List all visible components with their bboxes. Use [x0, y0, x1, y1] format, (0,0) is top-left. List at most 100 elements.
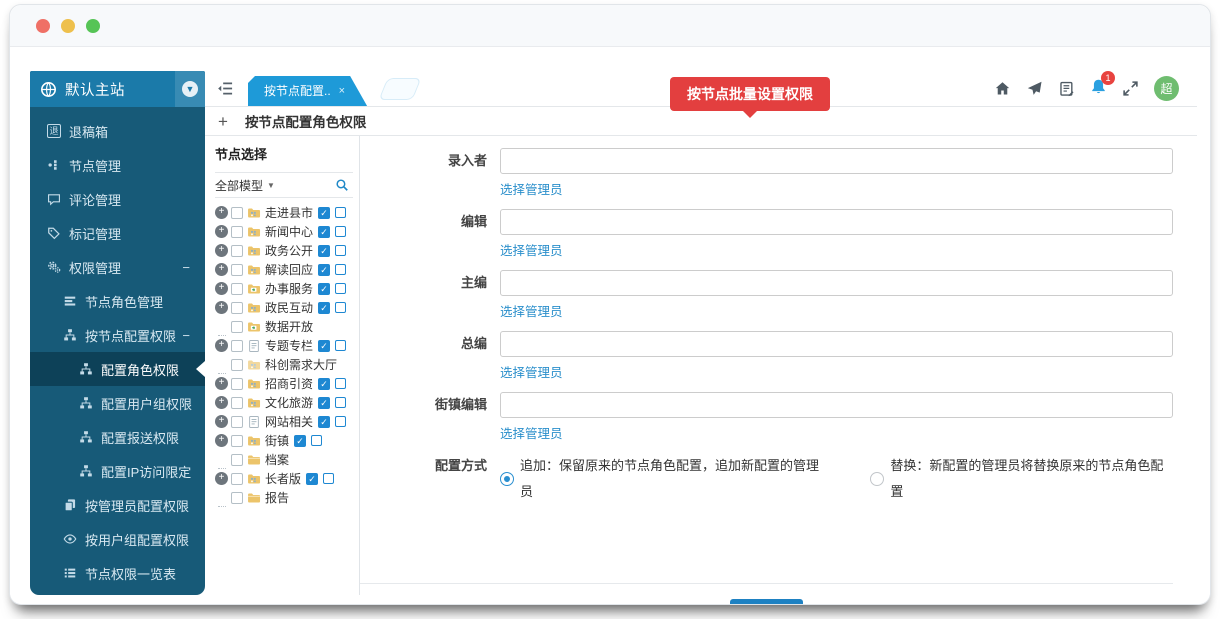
tree-node[interactable]: + 长者版 ✓ — [215, 469, 353, 488]
site-selector[interactable]: 默认主站 ▼ — [30, 71, 205, 107]
expand-icon[interactable]: + — [215, 244, 228, 257]
tree-node[interactable]: + 招商引资 ✓ — [215, 374, 353, 393]
expand-icon[interactable]: + — [215, 377, 228, 390]
tasks-icon[interactable] — [1058, 80, 1075, 97]
role-checkbox-checked[interactable]: ✓ — [318, 206, 331, 219]
tree-node[interactable]: + 政务公开 ✓ — [215, 241, 353, 260]
role-checkbox-checked[interactable]: ✓ — [318, 339, 331, 352]
role-checkbox-checked[interactable]: ✓ — [318, 244, 331, 257]
select-admin-link[interactable]: 选择管理员 — [500, 423, 563, 442]
expand-icon[interactable]: + — [215, 282, 228, 295]
expand-icon[interactable]: + — [215, 472, 228, 485]
home-icon[interactable] — [994, 80, 1011, 97]
editor-in-chief-input[interactable] — [500, 331, 1173, 357]
tree-node[interactable]: 科创需求大厅 — [215, 355, 353, 374]
tree-node[interactable]: + 街镇 ✓ — [215, 431, 353, 450]
role-checkbox-checked[interactable]: ✓ — [306, 472, 319, 485]
tree-node[interactable]: + 办事服务 ✓ — [215, 279, 353, 298]
node-checkbox[interactable] — [231, 263, 243, 276]
node-checkbox[interactable] — [231, 358, 243, 371]
select-admin-link[interactable]: 选择管理员 — [500, 362, 563, 381]
tree-node[interactable]: + 走进县市 ✓ — [215, 203, 353, 222]
radio-selected-icon[interactable] — [500, 472, 514, 486]
expand-icon[interactable]: + — [215, 415, 228, 428]
collapse-minus-icon[interactable]: − — [182, 328, 205, 343]
expand-icon[interactable]: + — [215, 434, 228, 447]
expand-icon[interactable]: + — [215, 263, 228, 276]
role-checkbox-checked[interactable]: ✓ — [318, 377, 331, 390]
model-filter-dropdown[interactable]: 全部模型 — [215, 177, 263, 194]
sidebar-item-configure-submit-permission[interactable]: 配置报送权限 — [30, 420, 205, 454]
tab-configure-by-node[interactable]: 按节点配置.. × — [248, 76, 367, 106]
tree-node[interactable]: 数据开放 — [215, 317, 353, 336]
notification-bell[interactable]: 1 — [1090, 70, 1115, 100]
node-checkbox[interactable] — [231, 339, 243, 352]
select-admin-link[interactable]: 选择管理员 — [500, 240, 563, 259]
tree-node[interactable]: + 解读回应 ✓ — [215, 260, 353, 279]
tree-node[interactable]: + 政民互动 ✓ — [215, 298, 353, 317]
node-checkbox[interactable] — [231, 453, 243, 466]
role-checkbox-empty[interactable] — [323, 473, 335, 484]
sidebar-item-node-role-management[interactable]: 节点角色管理 — [30, 284, 205, 318]
add-icon[interactable]: + — [218, 113, 228, 130]
maximize-window-button[interactable] — [86, 18, 100, 33]
sidebar-item-comment-management[interactable]: 评论管理 — [30, 182, 205, 216]
sidebar-item-node-management[interactable]: 节点管理 — [30, 148, 205, 182]
tree-node[interactable]: + 新闻中心 ✓ — [215, 222, 353, 241]
role-checkbox-checked[interactable]: ✓ — [318, 282, 331, 295]
role-checkbox-empty[interactable] — [335, 207, 347, 218]
node-checkbox[interactable] — [231, 206, 243, 219]
select-admin-link[interactable]: 选择管理员 — [500, 179, 563, 198]
search-icon[interactable] — [335, 178, 349, 192]
role-checkbox-empty[interactable] — [335, 245, 347, 256]
tree-node[interactable]: 报告 — [215, 488, 353, 507]
role-checkbox-empty[interactable] — [335, 397, 347, 408]
node-checkbox[interactable] — [231, 225, 243, 238]
node-checkbox[interactable] — [231, 415, 243, 428]
role-checkbox-checked[interactable]: ✓ — [318, 263, 331, 276]
avatar[interactable]: 超 — [1154, 76, 1179, 101]
sidebar-item-configure-role-permission[interactable]: 配置角色权限 — [30, 352, 205, 386]
expand-icon[interactable]: + — [215, 225, 228, 238]
role-checkbox-checked[interactable]: ✓ — [318, 301, 331, 314]
editor-input[interactable] — [500, 209, 1173, 235]
fullscreen-icon[interactable] — [1122, 80, 1139, 97]
sidebar-item-configure-by-node[interactable]: 按节点配置权限 − — [30, 318, 205, 352]
node-checkbox[interactable] — [231, 377, 243, 390]
radio-unselected-icon[interactable] — [870, 472, 885, 486]
save-button[interactable]: 保存 — [730, 599, 803, 604]
role-checkbox-empty[interactable] — [335, 378, 347, 389]
expand-icon[interactable]: + — [215, 339, 228, 352]
send-icon[interactable] — [1026, 80, 1043, 97]
sidebar-item-rejected-box[interactable]: 退 退稿箱 — [30, 114, 205, 148]
role-checkbox-empty[interactable] — [335, 283, 347, 294]
role-checkbox-empty[interactable] — [335, 340, 347, 351]
role-checkbox-empty[interactable] — [311, 435, 323, 446]
tree-node[interactable]: + 文化旅游 ✓ — [215, 393, 353, 412]
collapse-minus-icon[interactable]: − — [182, 260, 205, 275]
role-checkbox-empty[interactable] — [335, 302, 347, 313]
node-checkbox[interactable] — [231, 434, 243, 447]
role-checkbox-empty[interactable] — [335, 416, 347, 427]
node-checkbox[interactable] — [231, 301, 243, 314]
node-checkbox[interactable] — [231, 472, 243, 485]
tree-node[interactable]: 档案 — [215, 450, 353, 469]
expand-icon[interactable]: + — [215, 206, 228, 219]
sidebar-item-configure-ip-restriction[interactable]: 配置IP访问限定 — [30, 454, 205, 488]
node-checkbox[interactable] — [231, 320, 243, 333]
town-editor-input[interactable] — [500, 392, 1173, 418]
node-checkbox[interactable] — [231, 282, 243, 295]
menu-fold-icon[interactable] — [217, 80, 234, 97]
tree-node[interactable]: + 专题专栏 ✓ — [215, 336, 353, 355]
node-checkbox[interactable] — [231, 491, 243, 504]
select-admin-link[interactable]: 选择管理员 — [500, 301, 563, 320]
role-checkbox-checked[interactable]: ✓ — [318, 396, 331, 409]
site-switch-button[interactable]: ▼ — [175, 71, 205, 107]
close-window-button[interactable] — [36, 18, 50, 33]
entry-clerk-input[interactable] — [500, 148, 1173, 174]
expand-icon[interactable]: + — [215, 396, 228, 409]
minimize-window-button[interactable] — [61, 18, 75, 33]
role-checkbox-checked[interactable]: ✓ — [294, 434, 307, 447]
role-checkbox-checked[interactable]: ✓ — [318, 415, 331, 428]
sidebar-item-tag-management[interactable]: 标记管理 — [30, 216, 205, 250]
